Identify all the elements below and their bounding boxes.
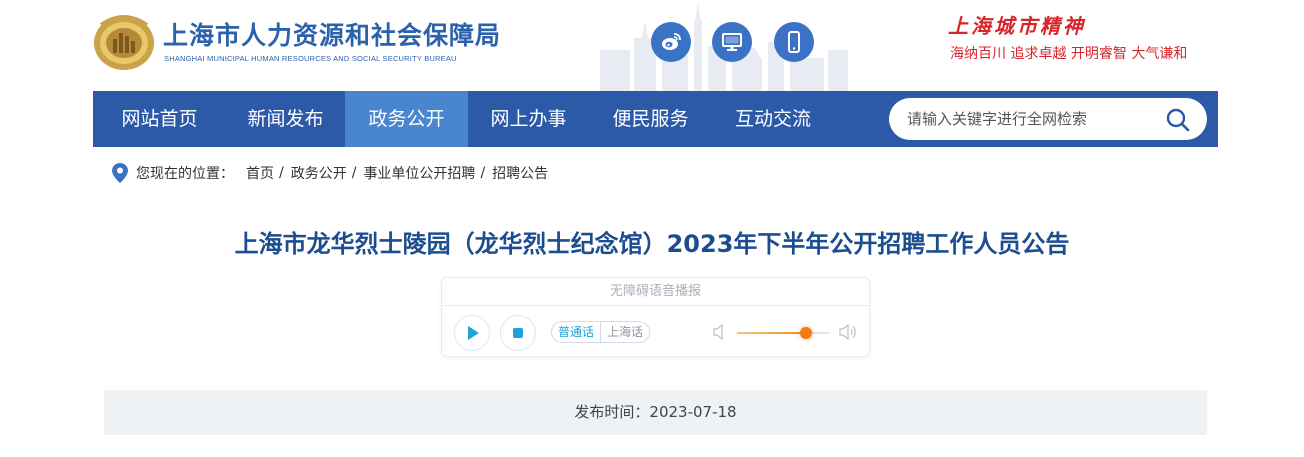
location-pin-icon xyxy=(112,163,128,183)
play-button[interactable] xyxy=(454,315,490,351)
weibo-icon xyxy=(662,33,681,50)
desktop-button[interactable] xyxy=(712,22,752,62)
nav-item-public-services[interactable]: 便民服务 xyxy=(589,91,712,147)
lang-mandarin[interactable]: 普通话 xyxy=(552,322,600,342)
nav-item-gov-affairs[interactable]: 政务公开 xyxy=(345,91,468,147)
desktop-icon xyxy=(722,33,742,51)
main-nav: 网站首页 新闻发布 政务公开 网上办事 便民服务 互动交流 xyxy=(93,91,1218,147)
audio-player: 无障碍语音播报 普通话 上海话 xyxy=(441,277,870,357)
bureau-logo xyxy=(94,15,154,70)
volume-slider[interactable] xyxy=(737,327,829,339)
search-input[interactable] xyxy=(907,106,1157,132)
volume-slider-fill xyxy=(737,332,806,334)
org-name-en: SHANGHAI MUNICIPAL HUMAN RESOURCES AND S… xyxy=(164,54,457,63)
player-title: 无障碍语音播报 xyxy=(442,278,869,306)
breadcrumb-gov-affairs[interactable]: 政务公开 xyxy=(291,163,347,183)
breadcrumb-separator: / xyxy=(279,165,284,181)
nav-item-online-services[interactable]: 网上办事 xyxy=(468,91,589,147)
breadcrumb-separator: / xyxy=(351,165,357,181)
city-spirit-title: 上海城市精神 xyxy=(948,14,1086,38)
play-icon xyxy=(468,326,479,340)
org-name: 上海市人力资源和社会保障局 xyxy=(163,21,502,50)
volume-high-icon[interactable] xyxy=(839,323,859,341)
lang-shanghainese[interactable]: 上海话 xyxy=(600,322,649,342)
publish-time: 发布时间：2023-07-18 xyxy=(104,390,1207,435)
volume-low-icon[interactable] xyxy=(713,324,727,340)
weibo-button[interactable] xyxy=(651,22,691,62)
site-header: 上海市人力资源和社会保障局 SHANGHAI MUNICIPAL HUMAN R… xyxy=(0,0,1304,91)
nav-item-news[interactable]: 新闻发布 xyxy=(226,91,345,147)
stop-button[interactable] xyxy=(500,315,536,351)
nav-item-interaction[interactable]: 互动交流 xyxy=(712,91,834,147)
breadcrumb-home[interactable]: 首页 xyxy=(246,163,274,183)
breadcrumb-label: 您现在的位置： xyxy=(136,166,234,182)
breadcrumb-recruitment[interactable]: 事业单位公开招聘 xyxy=(363,163,475,183)
breadcrumb-separator: / xyxy=(480,165,486,181)
breadcrumb: 您现在的位置： 首页 / 政务公开 / 事业单位公开招聘 / 招聘公告 xyxy=(112,161,548,185)
volume-slider-knob[interactable] xyxy=(800,327,812,339)
mobile-icon xyxy=(788,31,800,53)
search-box xyxy=(889,98,1207,140)
breadcrumb-announcement[interactable]: 招聘公告 xyxy=(492,163,548,183)
nav-item-home[interactable]: 网站首页 xyxy=(93,91,226,147)
search-icon[interactable] xyxy=(1165,107,1191,133)
city-spirit-motto: 海纳百川 追求卓越 开明睿智 大气谦和 xyxy=(950,46,1188,62)
stop-icon xyxy=(513,328,523,338)
language-selector: 普通话 上海话 xyxy=(551,321,651,343)
mobile-button[interactable] xyxy=(774,22,814,62)
article-title: 上海市龙华烈士陵园（龙华烈士纪念馆）2023年下半年公开招聘工作人员公告 xyxy=(234,230,1070,258)
